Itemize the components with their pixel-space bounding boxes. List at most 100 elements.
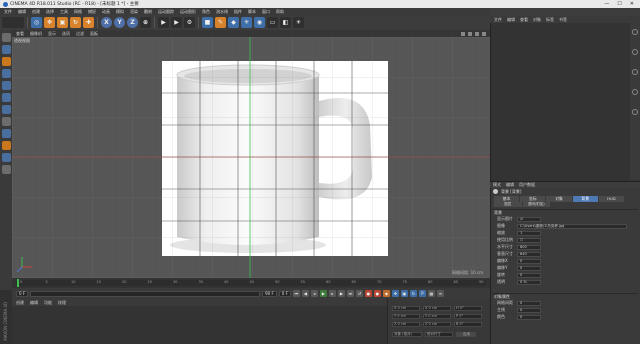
x-axis-button[interactable]: X — [101, 17, 112, 28]
z-axis-button[interactable]: Z — [127, 17, 138, 28]
position-key-icon[interactable]: ✥ — [391, 290, 399, 297]
cube-object-icon[interactable]: ■ — [202, 17, 213, 28]
texture-mode-icon[interactable] — [1, 57, 11, 66]
structure-tab-icon[interactable] — [632, 89, 638, 95]
pla-key-icon[interactable]: ▦ — [427, 290, 435, 297]
size-mode-select[interactable]: 绝对尺寸 — [425, 331, 453, 337]
play-icon[interactable]: ▶ — [319, 290, 327, 297]
viewport-menu-cameras[interactable]: 摄像机 — [30, 31, 42, 37]
render-view-icon[interactable]: ▶ — [158, 17, 169, 28]
viewport-zoom-icon[interactable] — [468, 31, 472, 36]
menu-item-17[interactable]: 窗口 — [262, 9, 270, 15]
end-frame-field[interactable]: 90 F — [262, 290, 277, 297]
deformer-icon[interactable]: ◉ — [254, 17, 265, 28]
pos-y-field[interactable]: Y 0 cm — [392, 313, 420, 319]
rot-p-field[interactable]: P 0° — [454, 313, 482, 319]
frame-range-slider[interactable] — [30, 290, 261, 297]
attribute-value-field[interactable]: 0 — [517, 258, 541, 264]
pos-x-field[interactable]: X 0 cm — [392, 305, 420, 311]
array-icon[interactable]: ✳ — [241, 17, 252, 28]
subtab-layer[interactable]: 图层 — [494, 202, 522, 207]
rot-b-field[interactable]: B 0° — [454, 321, 482, 327]
solo-icon[interactable] — [1, 165, 11, 174]
menu-item-15[interactable]: 插件 — [234, 9, 242, 15]
live-selection-tool-icon[interactable]: ◎ — [31, 17, 42, 28]
record-active-icon[interactable]: ● — [364, 290, 372, 297]
scale-tool-icon[interactable]: ▣ — [57, 17, 68, 28]
snap-icon[interactable] — [1, 141, 11, 150]
prev-key-icon[interactable]: ◀ — [301, 290, 309, 297]
viewport-move-icon[interactable] — [461, 31, 465, 36]
viewport-menu-panel[interactable]: 面板 — [90, 31, 98, 37]
menu-item-2[interactable]: 创建 — [32, 9, 40, 15]
menu-item-6[interactable]: 捕捉 — [88, 9, 96, 15]
axis-mode-icon[interactable] — [1, 117, 11, 126]
subdivision-surface-icon[interactable]: ◆ — [228, 17, 239, 28]
prev-frame-icon[interactable]: ◂ — [310, 290, 318, 297]
object-manager[interactable] — [490, 8, 640, 181]
next-key-icon[interactable]: ▶ — [337, 290, 345, 297]
move-tool-icon[interactable]: ✥ — [44, 17, 55, 28]
close-button[interactable]: ✕ — [630, 1, 634, 7]
attribute-value-field[interactable]: 0 — [517, 300, 541, 306]
workplane-lock-icon[interactable] — [1, 153, 11, 162]
material-menu-create[interactable]: 创建 — [16, 300, 24, 306]
light-icon[interactable]: ☀ — [293, 17, 304, 28]
viewport-menu-filter[interactable]: 过滤 — [76, 31, 84, 37]
coord-mode-select[interactable]: 对象 (相对) — [392, 331, 422, 337]
points-mode-icon[interactable] — [1, 81, 11, 90]
attribute-value-field[interactable]: 640 — [517, 251, 541, 257]
tab-hud[interactable]: HUD — [598, 196, 625, 202]
attribute-value-field[interactable]: ☐ — [517, 237, 541, 243]
make-editable-icon[interactable] — [1, 33, 11, 42]
render-settings-icon[interactable]: ⚙ — [184, 17, 195, 28]
current-frame-field[interactable]: 0 F — [278, 290, 291, 297]
menu-item-1[interactable]: 编辑 — [18, 9, 26, 15]
workplane-icon[interactable] — [1, 69, 11, 78]
coordinate-system-icon[interactable]: ⊕ — [140, 17, 151, 28]
attribute-value-field[interactable]: 0 — [517, 272, 541, 278]
object-menu-bookmarks[interactable]: 书签 — [559, 17, 567, 23]
menu-item-4[interactable]: 工具 — [60, 9, 68, 15]
attribute-value-field[interactable]: 0 — [517, 307, 541, 313]
menu-item-12[interactable]: 运动图形 — [180, 9, 196, 15]
attribute-value-field[interactable]: ☑ — [517, 216, 541, 222]
undo-redo-button[interactable] — [2, 17, 24, 28]
render-picture-viewer-icon[interactable]: ▶ — [171, 17, 182, 28]
object-menu-edit[interactable]: 编辑 — [507, 17, 515, 23]
object-menu-view[interactable]: 查看 — [520, 17, 528, 23]
autokey-icon[interactable]: ● — [373, 290, 381, 297]
menu-item-16[interactable]: 脚本 — [248, 9, 256, 15]
model-mode-icon[interactable] — [1, 45, 11, 54]
keyframe-selection-icon[interactable]: ◆ — [382, 290, 390, 297]
viewport-menu-view[interactable]: 查看 — [16, 31, 24, 37]
menu-item-13[interactable]: 角色 — [202, 9, 210, 15]
scale-key-icon[interactable]: ▣ — [400, 290, 408, 297]
layers-tab-icon[interactable] — [632, 109, 638, 115]
tweak-mode-icon[interactable] — [1, 129, 11, 138]
material-menu-texture[interactable]: 纹理 — [58, 300, 66, 306]
size-x-field[interactable]: X 0 cm — [423, 305, 451, 311]
takes-tab-icon[interactable] — [632, 49, 638, 55]
floor-icon[interactable]: ▭ — [267, 17, 278, 28]
material-menu-function[interactable]: 功能 — [44, 300, 52, 306]
go-to-end-icon[interactable]: ⏭ — [346, 290, 354, 297]
loop-icon[interactable]: ↺ — [355, 290, 363, 297]
menu-item-5[interactable]: 网格 — [74, 9, 82, 15]
attribute-value-field[interactable]: 0 % — [517, 279, 541, 285]
rot-h-field[interactable]: H 0° — [454, 305, 482, 311]
attribute-value-field[interactable]: 1 — [517, 230, 541, 236]
apply-button[interactable]: 应用 — [456, 331, 476, 337]
attribute-value-field[interactable]: C:\Users\桌面\1\马克杯.jpg — [517, 223, 627, 229]
objects-tab-icon[interactable] — [632, 29, 638, 35]
object-menu-file[interactable]: 文件 — [494, 17, 502, 23]
spline-pen-icon[interactable]: ✎ — [215, 17, 226, 28]
menu-item-7[interactable]: 动画 — [102, 9, 110, 15]
menu-item-8[interactable]: 模拟 — [116, 9, 124, 15]
menu-item-18[interactable]: 帮助 — [276, 9, 284, 15]
attribute-value-field[interactable]: 0 — [517, 265, 541, 271]
next-frame-icon[interactable]: ▸ — [328, 290, 336, 297]
attribute-value-field[interactable]: 800 — [517, 244, 541, 250]
menu-item-9[interactable]: 渲染 — [130, 9, 138, 15]
rotate-tool-icon[interactable]: ↻ — [70, 17, 81, 28]
